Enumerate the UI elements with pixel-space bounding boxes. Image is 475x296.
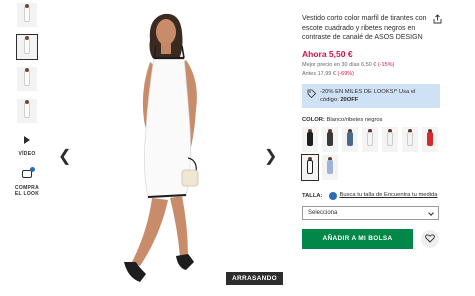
video-label: VÍDEO	[18, 151, 36, 157]
previous-price-line: Antes 17,99 € (-69%)	[302, 71, 440, 77]
color-swatch[interactable]	[342, 126, 358, 152]
color-swatch[interactable]	[362, 126, 378, 152]
color-row: COLOR: Blanco/ribetes negros	[302, 117, 440, 123]
product-image	[78, 0, 278, 296]
color-swatch[interactable]	[422, 126, 438, 152]
model-photo	[124, 13, 199, 282]
look-label-line2: EL LOOK	[14, 191, 40, 197]
fit-assistant-icon	[328, 191, 337, 200]
promo-text: -20% EN MILES DE LOOKS!* Usa el código:	[320, 88, 416, 103]
color-swatch[interactable]	[382, 126, 398, 152]
fit-link-text: Busca tu talla de Encuentra tu medida	[339, 191, 438, 198]
color-swatch-selected[interactable]	[301, 153, 319, 181]
buy-row: AÑADIR A MI BOLSA	[302, 228, 440, 249]
color-swatches	[301, 126, 440, 181]
best-price-text: Mejor precio en 30 días 6,50 €	[302, 61, 378, 68]
color-label: COLOR:	[302, 116, 325, 123]
fit-assistant-link[interactable]: Busca tu talla de Encuentra tu medida	[328, 191, 438, 200]
thumbnail-4[interactable]	[17, 99, 37, 123]
size-label: TALLA:	[302, 192, 323, 199]
previous-price-text: Antes 17,99 €	[302, 70, 338, 77]
share-icon[interactable]	[433, 14, 442, 24]
chevron-down-icon	[428, 209, 434, 216]
bestseller-badge: ARRASANDO	[226, 272, 283, 285]
color-swatch[interactable]	[322, 154, 338, 180]
color-swatch[interactable]	[302, 126, 318, 152]
add-to-bag-button[interactable]: AÑADIR A MI BOLSA	[302, 228, 413, 249]
size-select-value: Selecciona	[308, 209, 338, 216]
look-icon	[22, 167, 35, 178]
save-for-later-button[interactable]	[421, 229, 439, 248]
best-price-line: Mejor precio en 30 días 6,50 € (-15%)	[302, 62, 440, 68]
color-swatch[interactable]	[402, 126, 418, 152]
thumbnail-1[interactable]	[17, 3, 37, 27]
previous-image-button[interactable]: ❮	[58, 146, 71, 166]
thumbnail-column: VÍDEO COMPRA EL LOOK	[10, 3, 44, 197]
promo-code: 20OFF	[340, 96, 359, 103]
video-thumbnail[interactable]: VÍDEO	[10, 131, 44, 157]
shop-the-look-button[interactable]: COMPRA EL LOOK	[10, 165, 44, 197]
promo-banner: -20% EN MILES DE LOOKS!* Usa el código: …	[302, 83, 440, 108]
tag-icon	[307, 89, 316, 98]
thumbnail-2[interactable]	[16, 34, 38, 60]
size-select[interactable]: Selecciona	[302, 205, 439, 220]
best-price-discount: (-15%)	[377, 61, 395, 68]
size-row: TALLA: Busca tu talla de Encuentra tu me…	[302, 191, 440, 200]
product-details: Vestido corto color marfil de tirantes c…	[301, 14, 442, 249]
heart-icon	[425, 234, 435, 243]
previous-price-discount: (-69%)	[337, 70, 354, 77]
thumbnail-3[interactable]	[17, 67, 37, 91]
color-value: Blanco/ribetes negros	[324, 116, 383, 123]
product-title: Vestido corto color marfil de tirantes c…	[302, 15, 427, 41]
color-swatch[interactable]	[322, 126, 338, 152]
current-price: Ahora 5,50 €	[302, 48, 353, 59]
next-image-button[interactable]: ❯	[264, 146, 277, 166]
play-icon	[24, 136, 30, 144]
